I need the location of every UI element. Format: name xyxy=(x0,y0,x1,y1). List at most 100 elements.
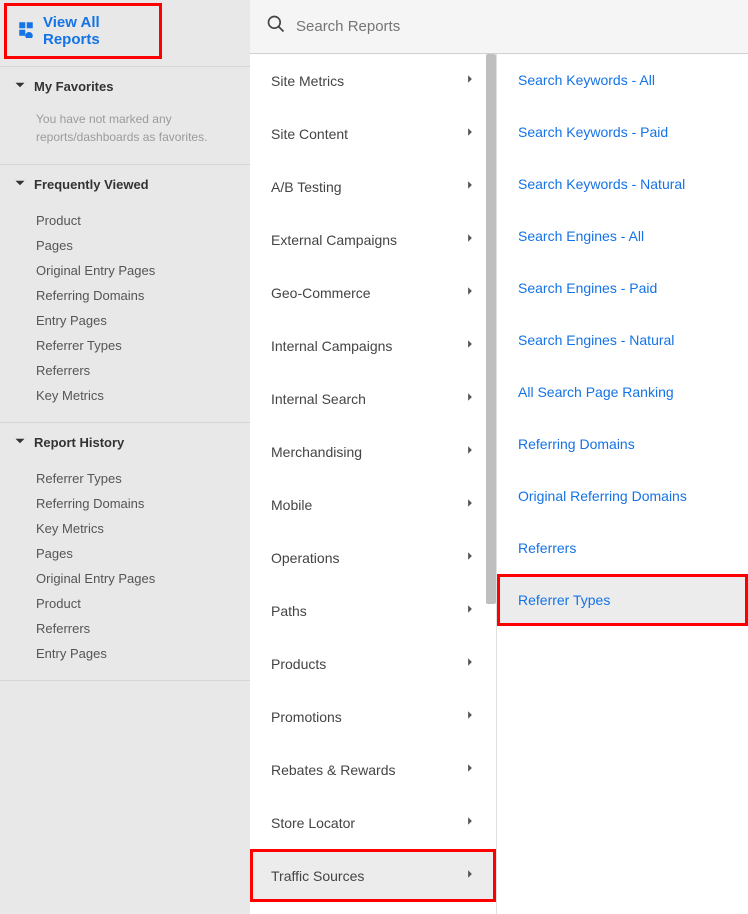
chevron-right-icon xyxy=(465,496,475,513)
sidebar-item[interactable]: Referring Domains xyxy=(0,283,250,308)
category-label: Mobile xyxy=(271,497,312,513)
sidebar-item[interactable]: Entry Pages xyxy=(0,308,250,333)
sidebar-section-title: My Favorites xyxy=(34,79,113,94)
sidebar-section-body: You have not marked any reports/dashboar… xyxy=(0,106,250,164)
subreport-item[interactable]: Search Keywords - Paid xyxy=(497,106,748,158)
subreport-label: Referrers xyxy=(518,540,576,556)
category-item[interactable]: Mobile xyxy=(250,478,496,531)
reports-icon xyxy=(17,20,35,42)
category-item[interactable]: External Campaigns xyxy=(250,213,496,266)
chevron-down-icon xyxy=(14,177,26,192)
sidebar-section-title: Frequently Viewed xyxy=(34,177,149,192)
sidebar-section: Frequently Viewed ProductPagesOriginal En… xyxy=(0,164,250,423)
category-label: Internal Search xyxy=(271,391,366,407)
subreport-label: Referring Domains xyxy=(518,436,635,452)
category-item[interactable]: Store Locator xyxy=(250,796,496,849)
category-label: Internal Campaigns xyxy=(271,338,392,354)
sidebar-item[interactable]: Pages xyxy=(0,541,250,566)
category-item[interactable]: Promotions xyxy=(250,690,496,743)
report-columns: Site Metrics Site Content A/B Testing Exter… xyxy=(250,54,748,914)
view-all-reports-button[interactable]: View All Reports xyxy=(4,3,162,59)
chevron-right-icon xyxy=(465,814,475,831)
sidebar-item[interactable]: Pages xyxy=(0,233,250,258)
category-item[interactable]: Products xyxy=(250,637,496,690)
category-item[interactable]: Merchandising xyxy=(250,425,496,478)
subreport-item[interactable]: Referrers xyxy=(497,522,748,574)
category-label: Operations xyxy=(271,550,339,566)
sidebar-section-header[interactable]: Frequently Viewed xyxy=(0,165,250,204)
sidebar-section-header[interactable]: Report History xyxy=(0,423,250,462)
sidebar-item[interactable]: Original Entry Pages xyxy=(0,258,250,283)
subreport-item[interactable]: Search Keywords - All xyxy=(497,54,748,106)
category-item[interactable]: Rebates & Rewards xyxy=(250,743,496,796)
sidebar-item[interactable]: Referring Domains xyxy=(0,491,250,516)
category-item[interactable]: Internal Campaigns xyxy=(250,319,496,372)
search-input[interactable] xyxy=(296,18,732,35)
subreport-label: Search Keywords - Natural xyxy=(518,176,685,192)
category-label: Store Locator xyxy=(271,815,355,831)
category-label: Rebates & Rewards xyxy=(271,762,396,778)
subreport-label: Search Engines - All xyxy=(518,228,644,244)
category-scrollbar[interactable] xyxy=(486,54,496,604)
chevron-right-icon xyxy=(465,708,475,725)
sidebar-section-header[interactable]: My Favorites xyxy=(0,67,250,106)
sidebar-item[interactable]: Entry Pages xyxy=(0,641,250,666)
sidebar-item[interactable]: Product xyxy=(0,591,250,616)
chevron-right-icon xyxy=(465,337,475,354)
sidebar-item[interactable]: Product xyxy=(0,208,250,233)
subreport-item[interactable]: Original Referring Domains xyxy=(497,470,748,522)
chevron-right-icon xyxy=(465,867,475,884)
subreport-column[interactable]: Search Keywords - All Search Keywords - P… xyxy=(497,54,748,914)
subreport-label: Search Keywords - Paid xyxy=(518,124,668,140)
subreport-item[interactable]: Search Keywords - Natural xyxy=(497,158,748,210)
category-item[interactable]: Site Content xyxy=(250,107,496,160)
chevron-down-icon xyxy=(14,79,26,94)
subreport-label: Search Engines - Paid xyxy=(518,280,657,296)
subreport-item[interactable]: Referrer Types xyxy=(497,574,748,626)
category-label: Site Content xyxy=(271,126,348,142)
chevron-right-icon xyxy=(465,178,475,195)
subreport-item[interactable]: Search Engines - Paid xyxy=(497,262,748,314)
category-item[interactable]: A/B Testing xyxy=(250,160,496,213)
sidebar-section-title: Report History xyxy=(34,435,124,450)
category-item[interactable]: Site Metrics xyxy=(250,54,496,107)
chevron-right-icon xyxy=(465,125,475,142)
category-column[interactable]: Site Metrics Site Content A/B Testing Exter… xyxy=(250,54,497,914)
sidebar-section: My Favorites You have not marked any repo… xyxy=(0,66,250,165)
chevron-right-icon xyxy=(465,443,475,460)
chevron-right-icon xyxy=(465,602,475,619)
main-panel: Site Metrics Site Content A/B Testing Exter… xyxy=(250,0,748,914)
sidebar: View All Reports My Favorites You have no… xyxy=(0,0,250,914)
category-label: A/B Testing xyxy=(271,179,342,195)
sidebar-item[interactable]: Original Entry Pages xyxy=(0,566,250,591)
subreport-item[interactable]: Search Engines - Natural xyxy=(497,314,748,366)
sidebar-section-body: ProductPagesOriginal Entry PagesReferrin… xyxy=(0,204,250,422)
category-item[interactable]: Geo-Commerce xyxy=(250,266,496,319)
sidebar-item[interactable]: Key Metrics xyxy=(0,516,250,541)
subreport-item[interactable]: Search Engines - All xyxy=(497,210,748,262)
subreport-label: Referrer Types xyxy=(518,592,610,608)
category-label: Geo-Commerce xyxy=(271,285,371,301)
sidebar-item[interactable]: Referrer Types xyxy=(0,466,250,491)
category-item[interactable]: Operations xyxy=(250,531,496,584)
sidebar-item[interactable]: Referrers xyxy=(0,358,250,383)
category-label: Merchandising xyxy=(271,444,362,460)
subreport-item[interactable]: All Search Page Ranking xyxy=(497,366,748,418)
subreport-label: Original Referring Domains xyxy=(518,488,687,504)
category-item[interactable]: Traffic Sources xyxy=(250,849,496,902)
chevron-right-icon xyxy=(465,72,475,89)
sidebar-section-body: Referrer TypesReferring DomainsKey Metri… xyxy=(0,462,250,680)
sidebar-section: Report History Referrer TypesReferring Do… xyxy=(0,422,250,681)
subreport-label: Search Keywords - All xyxy=(518,72,655,88)
sidebar-item[interactable]: Key Metrics xyxy=(0,383,250,408)
category-item[interactable]: Internal Search xyxy=(250,372,496,425)
search-bar xyxy=(250,0,748,54)
category-item[interactable]: Visitor Retention xyxy=(250,902,496,914)
category-label: Promotions xyxy=(271,709,342,725)
view-all-reports-label: View All Reports xyxy=(43,14,149,48)
sidebar-item[interactable]: Referrer Types xyxy=(0,333,250,358)
sidebar-item[interactable]: Referrers xyxy=(0,616,250,641)
category-item[interactable]: Paths xyxy=(250,584,496,637)
subreport-item[interactable]: Referring Domains xyxy=(497,418,748,470)
subreport-label: All Search Page Ranking xyxy=(518,384,674,400)
